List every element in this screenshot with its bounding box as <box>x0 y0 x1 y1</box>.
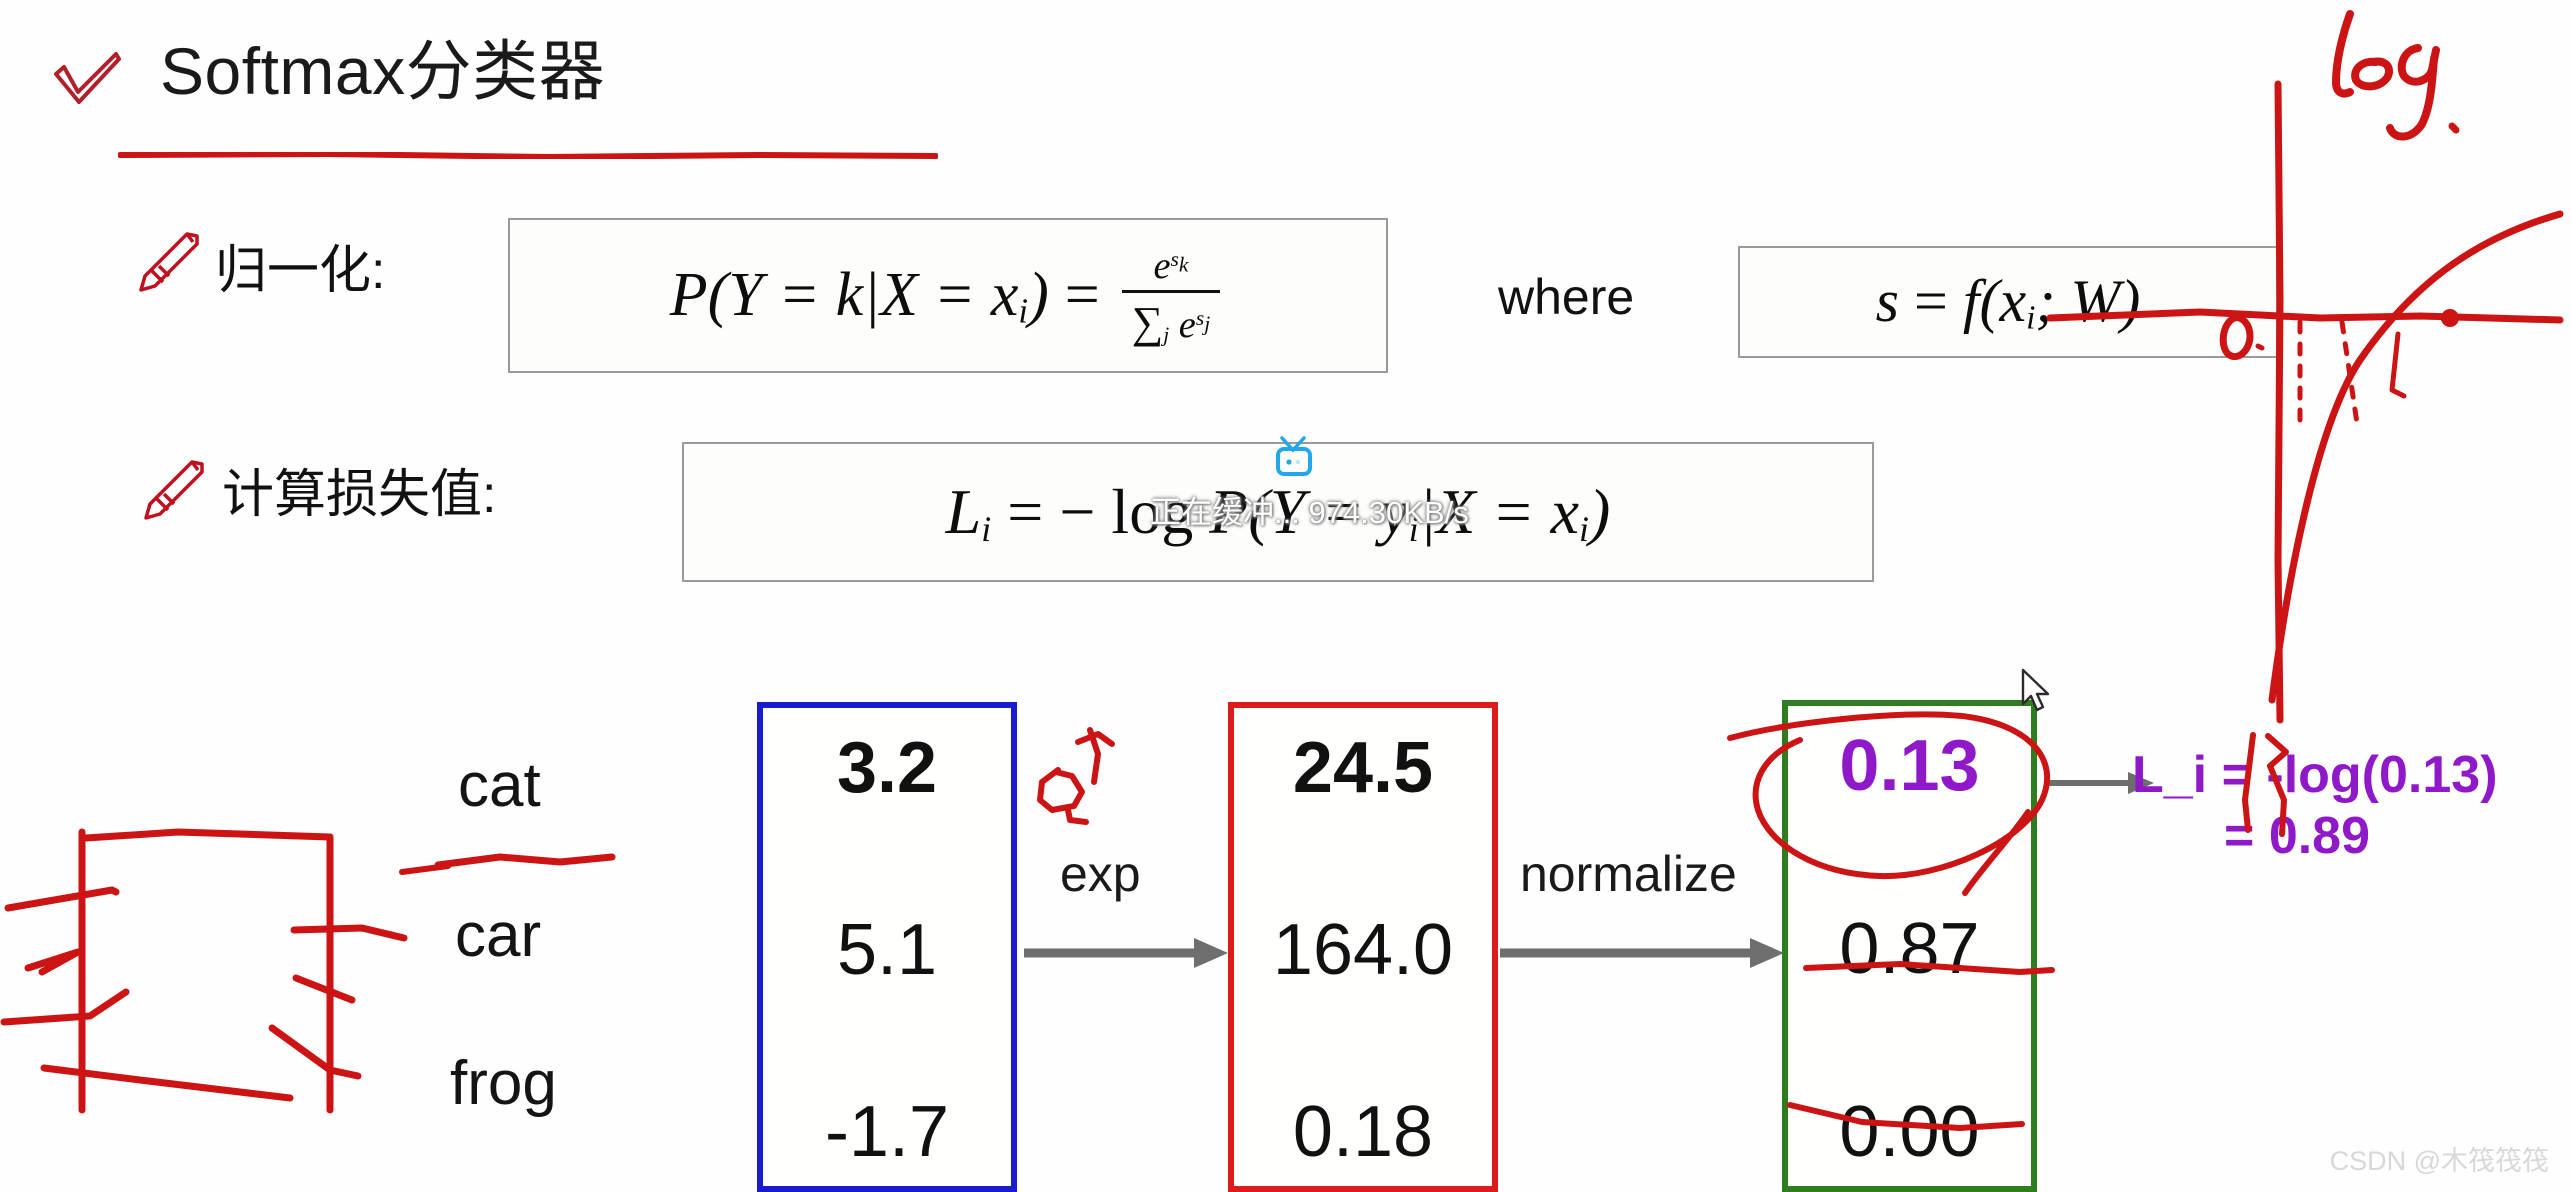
buffering-text: 正在缓冲... 974.30KB/s <box>1150 495 1469 530</box>
prob-value-car: 0.87 <box>1839 909 1980 989</box>
score-value-frog: -1.7 <box>824 1092 950 1172</box>
formula-normalization: P(Y = k|X = xi) = esk ∑j esj <box>508 218 1388 373</box>
page-title: Softmax分类器 <box>160 34 606 108</box>
loss-annotation-line2: = 0.89 <box>2224 806 2371 865</box>
scores-box: 3.2 5.1 -1.7 <box>757 702 1017 1192</box>
class-label-car: car <box>455 901 542 970</box>
score-value-cat: 3.2 <box>836 728 938 808</box>
exp-value-car: 164.0 <box>1272 910 1454 990</box>
watermark: CSDN @木筏筏筏 <box>2329 1146 2549 1176</box>
loss-annotation-line1: L_i = -log(0.13) <box>2132 746 2498 804</box>
title-underline <box>118 152 938 159</box>
buffering-status: 正在缓冲... 974.30KB/s <box>1150 487 1469 532</box>
ink-matrix-sketch <box>0 828 408 1114</box>
class-label-frog: frog <box>450 1049 557 1118</box>
formula-normalization-math: P(Y = k|X = xi) = esk ∑j esj <box>670 244 1226 348</box>
score-value-car: 5.1 <box>836 910 938 990</box>
exp-value-frog: 0.18 <box>1292 1092 1434 1172</box>
where-label: where <box>1498 269 1635 325</box>
slide-canvas: Softmax分类器 归一化: P(Y = k|X = xi) = esk ∑j… <box>0 0 2571 1192</box>
formula-score-definition: s = f(xi; W) <box>1738 246 2278 358</box>
ink-log-label <box>2332 10 2460 141</box>
exp-value-cat: 24.5 <box>1292 728 1434 808</box>
bullet-label-loss: 计算损失值: <box>222 466 497 524</box>
ink-underline-cat <box>434 853 616 869</box>
ink-log-graph <box>2046 10 2564 724</box>
arrow-exp-icon <box>1024 938 1228 968</box>
unnormalized-probabilities-box: 24.5 164.0 0.18 <box>1228 702 1498 1192</box>
loss-annotation: L_i = -log(0.13) = 0.89 <box>2132 748 2498 863</box>
class-label-cat: cat <box>458 751 541 820</box>
pencil-icon <box>139 232 199 292</box>
mouse-cursor <box>2021 668 2050 712</box>
formula-score-math: s = f(xi; W) <box>1875 267 2141 337</box>
ink-exp-glyph <box>1037 727 1115 825</box>
check-icon <box>54 52 121 104</box>
arrow-normalize-icon <box>1500 938 1784 968</box>
tv-icon <box>1276 436 1312 476</box>
prob-value-frog: 0.00 <box>1839 1092 1980 1172</box>
operation-label-exp: exp <box>1060 846 1141 902</box>
probabilities-box: 0.13 0.87 0.00 <box>1782 700 2037 1192</box>
pencil-icon <box>144 460 204 520</box>
operation-label-normalize: normalize <box>1520 846 1737 902</box>
prob-value-cat: 0.13 <box>1839 726 1980 806</box>
bullet-label-normalize: 归一化: <box>215 242 386 300</box>
